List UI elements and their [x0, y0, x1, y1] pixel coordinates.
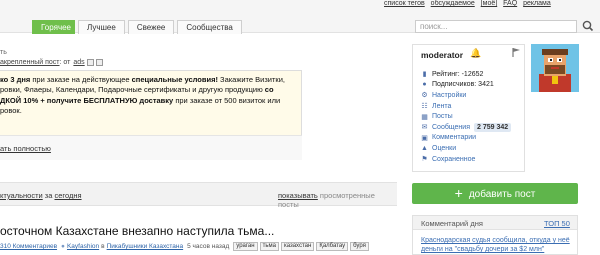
messages-icon: ✉ — [421, 124, 428, 132]
top-link-faq[interactable]: FAQ — [503, 0, 517, 7]
community-link[interactable]: Пикабушники Казахстана — [107, 243, 184, 250]
promo-footer: ать полностью — [0, 135, 302, 160]
search-icon[interactable] — [581, 19, 595, 33]
rating-label: Рейтинг: -12652 — [432, 70, 484, 78]
user-icon: ● — [61, 243, 65, 250]
tab-communities[interactable]: Сообщества — [177, 20, 242, 34]
user-menu-posts[interactable]: ▦ Посты — [421, 111, 511, 122]
username[interactable]: moderator — [421, 50, 463, 60]
tag-item[interactable]: буря — [350, 242, 369, 251]
tab-best[interactable]: Лучшее — [78, 20, 125, 34]
feed-meta: ть — [0, 49, 7, 56]
promo-text-1: при заказе на действующее — [30, 75, 132, 84]
sort-period[interactable]: сегодня — [54, 191, 81, 200]
promo-text-5: ровок. — [0, 105, 22, 115]
ratings-label: Оценки — [432, 144, 457, 152]
promo-bold-2: специальные условия! — [131, 75, 218, 84]
ratings-icon: ▲ — [421, 144, 428, 152]
author-link[interactable]: Kayfashion — [67, 243, 99, 250]
feed-label: Лента — [432, 102, 452, 110]
pin-close-icon[interactable] — [95, 59, 103, 66]
user-menu-saved[interactable]: ⚑ Сохраненное — [421, 154, 511, 165]
sort-by-sep: за — [42, 191, 55, 200]
saved-icon: ⚑ — [421, 156, 428, 164]
user-menu: ▮ Рейтинг: -12652 ● Подписчиков: 3421 ⚙ Нас… — [421, 69, 512, 165]
sort-by-relevance[interactable]: ктуальности — [0, 191, 43, 200]
sort-filter-bar: ктуальности за сегодня показывать просмо… — [0, 182, 397, 209]
saved-label: Сохраненное — [432, 155, 476, 163]
tag-item[interactable]: казахстан — [280, 242, 315, 251]
top-link-tags[interactable]: список тегов — [384, 0, 425, 7]
promo-text: ко 3 дня при заказе на действующее специ… — [0, 75, 298, 116]
user-menu-feed[interactable]: ☷ Лента — [421, 101, 511, 112]
pinned-from: : от — [59, 59, 71, 66]
user-menu-comments[interactable]: ▣ Комментарии — [421, 133, 511, 144]
settings-label: Настройки — [432, 91, 467, 99]
tag-item[interactable]: Қалбатау — [316, 242, 349, 251]
top-header: список тегов обсуждаемое [моё] FAQ рекла… — [0, 0, 600, 34]
tab-fresh[interactable]: Свежее — [127, 20, 175, 34]
messages-badge: 2 759 342 — [474, 122, 512, 132]
comment-of-day: Комментарий дня ТОП 50 Краснодарская суд… — [412, 215, 578, 255]
subscribers-icon: ● — [422, 81, 427, 89]
top-link-ads[interactable]: реклама — [523, 0, 551, 7]
in-text: в — [101, 243, 105, 250]
messages-label: Сообщения — [432, 123, 470, 131]
pinned-post-link[interactable]: акрепленный пост — [0, 59, 60, 66]
pinned-author-link[interactable]: ads — [73, 59, 84, 66]
comment-of-day-link[interactable]: Краснодарская судья сообщила, откуда у н… — [421, 236, 571, 254]
promo-bold-3: со — [264, 85, 274, 95]
tab-hot[interactable]: Горячее — [32, 20, 75, 34]
search-input[interactable]: поиск... — [415, 20, 577, 33]
tag-item[interactable]: тьма — [259, 242, 279, 251]
subscribers-label: Подписчиков: 3421 — [432, 81, 494, 89]
promo-bold-1: ко 3 дня — [0, 75, 31, 84]
posts-icon: ▦ — [421, 113, 428, 121]
user-subscribers: ● Подписчиков: 3421 — [421, 80, 511, 91]
comments-link[interactable]: 310 Комментариев — [0, 243, 57, 250]
user-menu-settings[interactable]: ⚙ Настройки — [421, 90, 511, 101]
comment-of-day-title: Комментарий дня — [421, 219, 483, 228]
settings-icon: ⚙ — [421, 92, 428, 100]
avatar[interactable] — [531, 44, 579, 92]
top-link-mine[interactable]: [моё] — [481, 0, 498, 7]
comments-icon: ▣ — [421, 134, 428, 142]
promo-bold-4: ДКОЙ 10% + получите БЕСПЛАТНУЮ доставку — [0, 95, 174, 105]
pinned-post-line: акрепленный пост : от ads — [0, 59, 103, 66]
bell-icon[interactable]: 🔔 — [470, 48, 481, 59]
add-post-label: добавить пост — [468, 189, 536, 200]
tag-item[interactable]: ураган — [233, 242, 258, 251]
promo-text-4: при заказе от 500 визиток или — [173, 95, 281, 105]
user-menu-messages[interactable]: ✉ Сообщения 2 759 342 — [421, 122, 512, 133]
promo-text-2: Закажите Визитки, — [217, 75, 285, 84]
sort-by: ктуальности за сегодня — [0, 191, 82, 200]
user-rating: ▮ Рейтинг: -12652 — [421, 69, 511, 80]
pin-toggle-icon[interactable] — [86, 59, 94, 66]
comments-label: Комментарии — [432, 134, 477, 142]
viewed-posts-toggle: показывать просмотренные посты — [278, 191, 397, 209]
promo-text-3: ровки, Флаеры, Календари, Подарочные сер… — [0, 85, 265, 95]
add-post-button[interactable]: + добавить пост — [412, 183, 578, 204]
rating-icon: ▮ — [422, 71, 427, 79]
flag-icon[interactable] — [511, 47, 521, 61]
main-tabs: Горячее Лучшее Свежее Сообщества — [32, 20, 245, 34]
story-meta: 310 Комментариев ● Kayfashion в Пикабушн… — [0, 242, 369, 251]
posts-label: Посты — [432, 113, 453, 121]
show-viewed-link[interactable]: показывать — [278, 191, 318, 200]
comment-of-day-header: Комментарий дня ТОП 50 — [413, 216, 577, 230]
plus-icon: + — [454, 185, 463, 201]
top-links: список тегов обсуждаемое [моё] FAQ рекла… — [384, 0, 555, 9]
feed-icon: ☷ — [421, 103, 428, 111]
user-menu-ratings[interactable]: ▲ Оценки — [421, 143, 511, 154]
expand-post-link[interactable]: ать полностью — [0, 144, 51, 153]
top50-link[interactable]: ТОП 50 — [544, 219, 570, 228]
top-link-discussed[interactable]: обсуждаемое — [431, 0, 475, 7]
story-title[interactable]: осточном Казахстане внезапно наступила т… — [0, 224, 274, 238]
user-panel: moderator 🔔 ▮ Рейтинг: -12652 ● Подписчико… — [412, 44, 525, 172]
post-time: 5 часов назад — [187, 243, 230, 250]
